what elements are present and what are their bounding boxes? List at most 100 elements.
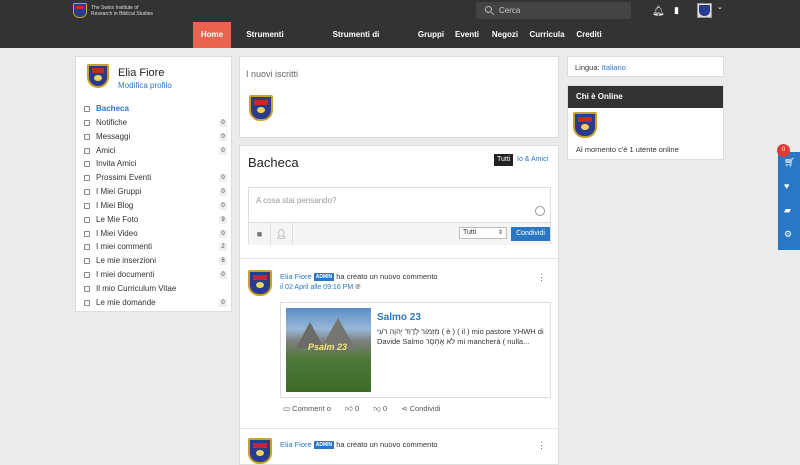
user-avatar[interactable] <box>697 3 712 18</box>
feed-date[interactable]: il 02 April alle 09:16 PM 🌐︎ <box>280 284 361 292</box>
sidebar-item-le-mie-inserzioni[interactable]: Le mie inserzioni 8 <box>84 254 227 268</box>
sidebar-item-amici[interactable]: Amici 0 <box>84 144 227 158</box>
sidebar-item-i-miei-commenti[interactable]: I miei commenti 2 <box>84 240 227 254</box>
post-composer[interactable]: A cosa stai pensando? ■ 👤︎ Tutti ⇕ Condiv… <box>248 187 551 245</box>
nav-study-tools[interactable]: Strumenti di approfondimento <box>303 22 409 65</box>
sidebar-item-notifiche[interactable]: Notifiche 0 <box>84 116 227 130</box>
nav-events[interactable]: Eventi <box>453 22 481 48</box>
feed-avatar[interactable] <box>248 438 272 464</box>
sidebar-item-prossimi-eventi[interactable]: Prossimi Eventi 0 <box>84 171 227 185</box>
share-button[interactable]: Condividi <box>511 227 550 241</box>
count-badge: 0 <box>219 174 227 183</box>
sidebar-item-le-mie-foto[interactable]: Le Mie Foto 9 <box>84 213 227 227</box>
tag-user-icon[interactable]: 👤︎ <box>271 223 293 245</box>
sidebar-item-bacheca[interactable]: Bacheca <box>84 102 227 116</box>
nav-curricula[interactable]: Curricula <box>528 22 566 48</box>
bell-icon[interactable]: 🔔︎ <box>652 6 665 17</box>
menu-item-icon <box>84 175 90 182</box>
top-bar: The Swiss Institute of Research in Bibli… <box>0 0 800 22</box>
sidebar-item-messaggi[interactable]: Messaggi 0 <box>84 130 227 144</box>
online-title: Chi è Online <box>568 86 723 108</box>
language-selector[interactable]: Lingua: Italiano <box>575 63 626 72</box>
heart-icon[interactable]: ♥ <box>784 181 789 191</box>
count-badge: 0 <box>219 201 227 210</box>
sidebar-item-label: Bacheca <box>96 104 129 113</box>
sidebar-item-label: I miei commenti <box>96 242 153 252</box>
menu-item-icon <box>84 216 90 223</box>
menu-item-icon <box>84 133 90 140</box>
feed-author[interactable]: Elia Fiore <box>280 440 312 449</box>
sidebar-item-label: Il mio Curriculum Vitae <box>96 283 177 293</box>
dislike-button[interactable]: 👎︎ 0 <box>373 404 393 413</box>
feed-actions: ▭ Comment o 👍︎ 0 👎︎ 0 ⋖ Condividi <box>283 404 452 414</box>
feed-header: Elia Fiore ADMIN ha creato un nuovo comm… <box>280 440 438 450</box>
audience-select[interactable]: Tutti ⇕ <box>459 227 507 239</box>
sidebar-item-label: I Miei Blog <box>96 200 134 210</box>
post-input[interactable]: A cosa stai pensando? <box>256 196 337 205</box>
nav-credits[interactable]: Crediti <box>573 22 605 48</box>
nav-groups[interactable]: Gruppi <box>416 22 446 48</box>
feed-avatar[interactable] <box>248 270 272 296</box>
gear-icon[interactable]: ⚙ <box>784 229 792 240</box>
shared-image-caption: Psalm 23 <box>308 342 348 352</box>
search-icon <box>485 6 492 13</box>
menu-item-icon <box>84 299 90 306</box>
feed-share-button[interactable]: ⋖ Condividi <box>401 404 446 413</box>
emoji-icon[interactable] <box>535 206 545 216</box>
wall-title: Bacheca <box>248 155 299 170</box>
sidebar-item-label: Le mie inserzioni <box>96 256 157 266</box>
camera-icon[interactable]: ■ <box>249 223 271 245</box>
feed-author[interactable]: Elia Fiore <box>280 272 312 281</box>
count-badge: 8 <box>219 257 227 266</box>
filter-all-button[interactable]: Tutti <box>494 154 514 166</box>
menu-item-icon <box>84 147 90 154</box>
comment-button[interactable]: ▭ Comment o <box>283 404 337 413</box>
sidebar-item-i-miei-gruppi[interactable]: I Miei Gruppi 0 <box>84 185 227 199</box>
admin-badge: ADMIN <box>313 441 335 450</box>
sidebar-item-le-mie-domande[interactable]: Le mie domande 0 <box>84 296 227 310</box>
menu-item-icon <box>84 272 90 279</box>
member-avatar[interactable] <box>249 95 273 121</box>
sidebar-item-invita-amici[interactable]: Invita Amici <box>84 157 227 171</box>
edit-profile-link[interactable]: Modifica profilo <box>118 81 172 90</box>
count-badge: 2 <box>219 243 227 252</box>
nav-shops[interactable]: Negozi <box>489 22 521 48</box>
shared-title[interactable]: Salmo 23 <box>377 312 421 323</box>
main-nav: Home Strumenti Social Strumenti di appro… <box>0 22 800 65</box>
sidebar-item-il-mio-curriculum-vitae[interactable]: Il mio Curriculum Vitae <box>84 282 227 296</box>
sidebar-item-label: Le Mie Foto <box>96 214 139 224</box>
filter-friends-button[interactable]: Io & Amici <box>514 154 551 166</box>
sidebar-item-i-miei-documenti[interactable]: I miei documenti 0 <box>84 268 227 282</box>
more-options-icon[interactable]: ⋮ <box>537 272 546 283</box>
post-toolbar: ■ 👤︎ Tutti ⇕ Condividi <box>249 222 550 245</box>
sidebar-item-i-miei-video[interactable]: I Miei Video 0 <box>84 227 227 241</box>
count-badge: 0 <box>219 146 227 155</box>
sidebar-item-label: Prossimi Eventi <box>96 173 152 183</box>
shared-image[interactable]: Psalm 23 <box>286 308 371 392</box>
count-badge: 0 <box>219 118 227 127</box>
sidebar-item-label: Amici <box>96 145 116 155</box>
search-input[interactable]: Cerca <box>476 2 631 19</box>
shared-body: מִזְמוֹר לְדָוִד יְהוָה רֹעִי ( è ) ( il… <box>377 327 544 346</box>
like-button[interactable]: 👍︎ 0 <box>345 404 365 413</box>
side-toolbar: 🛒︎ ♥ ▰ ⚙ <box>778 152 800 250</box>
cart-icon[interactable]: 🛒︎ <box>784 157 795 168</box>
nav-home[interactable]: Home <box>193 22 231 48</box>
profile-avatar[interactable] <box>87 64 109 88</box>
count-badge: 0 <box>219 271 227 280</box>
sidebar-item-label: Notifiche <box>96 117 128 127</box>
count-badge: 0 <box>219 188 227 197</box>
site-logo[interactable]: The Swiss Institute of Research in Bibli… <box>73 3 161 18</box>
more-options-icon[interactable]: ⋮ <box>537 440 546 451</box>
feed-action: ha creato un nuovo commento <box>336 272 438 281</box>
logo-shield-icon <box>73 3 87 18</box>
chevron-down-icon[interactable]: ⌄ <box>717 3 723 11</box>
chat-icon[interactable]: ▮ <box>674 5 679 16</box>
sidebar-item-i-miei-blog[interactable]: I Miei Blog 0 <box>84 199 227 213</box>
truck-icon[interactable]: ▰ <box>784 205 791 216</box>
sidebar-item-label: I Miei Video <box>96 228 138 238</box>
nav-social-tools[interactable]: Strumenti Social <box>235 22 295 65</box>
online-user-avatar[interactable] <box>573 112 597 138</box>
shared-content-card[interactable]: Psalm 23 Salmo 23 מִזְמוֹר לְדָוִד יְהוָ… <box>280 302 551 398</box>
profile-name[interactable]: Elia Fiore <box>118 67 164 79</box>
